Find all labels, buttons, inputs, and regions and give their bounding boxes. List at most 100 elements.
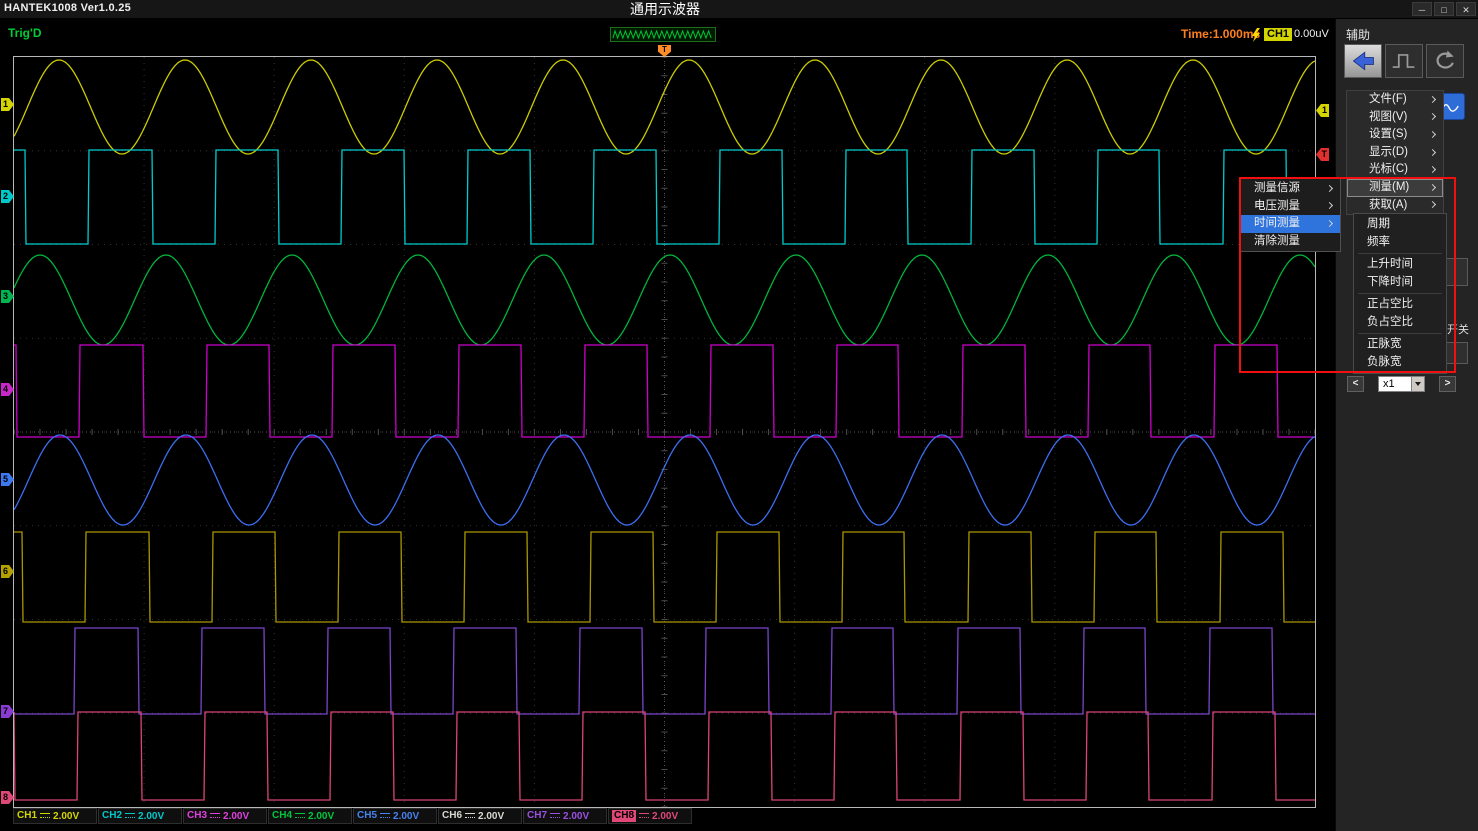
menu-label: 光标(C) xyxy=(1369,163,1408,175)
auxiliary-panel: 辅助 文件(F) 视图(V) 设置(S) 显示(D) 光标(C) 测量(M) 获… xyxy=(1335,18,1478,831)
close-button[interactable]: ✕ xyxy=(1456,2,1476,16)
trigger-source-badge: CH1 xyxy=(1264,28,1292,41)
zoom-value: x1 xyxy=(1383,377,1395,391)
submenu-item-fall-time[interactable]: 下降时间 xyxy=(1354,274,1446,292)
submenu-item-neg-width[interactable]: 负脉宽 xyxy=(1354,354,1446,372)
menu-item-measure-source[interactable]: 测量信源 xyxy=(1241,180,1340,198)
waveform-ch5 xyxy=(14,435,1315,525)
dropdown-button[interactable] xyxy=(1411,377,1424,391)
dc-coupling-icon xyxy=(125,811,135,821)
channel-label: CH4 xyxy=(272,810,292,822)
maximize-button[interactable]: □ xyxy=(1434,2,1454,16)
menu-label: 测量(M) xyxy=(1369,181,1409,193)
single-capture-button[interactable] xyxy=(1385,44,1423,78)
submenu-item-period[interactable]: 周期 xyxy=(1354,216,1446,234)
back-button[interactable] xyxy=(1344,44,1382,78)
menu-label: 文件(F) xyxy=(1369,93,1407,105)
dc-coupling-icon xyxy=(295,811,305,821)
channel-status-ch8[interactable]: CH8 2.00V xyxy=(608,808,692,824)
refresh-button[interactable] xyxy=(1426,44,1464,78)
submenu-arrow-icon xyxy=(1326,202,1333,209)
submenu-item-pos-duty[interactable]: 正占空比 xyxy=(1354,296,1446,314)
dc-coupling-icon xyxy=(550,811,560,821)
dc-coupling-icon xyxy=(380,811,390,821)
scope-display[interactable] xyxy=(13,56,1316,808)
volts-per-div: 2.00V xyxy=(308,811,334,822)
dc-coupling-icon xyxy=(639,811,649,821)
timebase-label: Time:1.000ms xyxy=(1181,27,1260,41)
record-preview[interactable] xyxy=(610,27,716,42)
channel-status-ch3[interactable]: CH32.00V xyxy=(183,808,267,824)
menu-label: 获取(A) xyxy=(1369,199,1407,211)
rotate-arrow-icon xyxy=(1429,48,1461,74)
sidebar-item-cursor[interactable]: 光标(C) xyxy=(1347,161,1443,179)
dc-coupling-icon xyxy=(210,811,220,821)
volts-per-div: 2.00V xyxy=(563,811,589,822)
dc-coupling-icon xyxy=(465,811,475,821)
menu-item-voltage-measure[interactable]: 电压测量 xyxy=(1241,198,1340,216)
sidebar-item-display[interactable]: 显示(D) xyxy=(1347,144,1443,162)
submenu-arrow-icon xyxy=(1326,185,1333,192)
trigger-icon xyxy=(1251,28,1261,42)
volts-per-div: 2.00V xyxy=(652,811,678,822)
submenu-arrow-icon xyxy=(1429,96,1436,103)
submenu-item-neg-duty[interactable]: 负占空比 xyxy=(1354,314,1446,332)
menu-separator xyxy=(1358,293,1442,294)
menu-item-time-measure[interactable]: 时间测量 xyxy=(1241,215,1340,233)
channel-label: CH3 xyxy=(187,810,207,822)
window-title: 通用示波器 xyxy=(0,0,1330,18)
channel-label: CH5 xyxy=(357,810,377,822)
menu-separator xyxy=(1358,333,1442,334)
volts-per-div: 2.00V xyxy=(478,811,504,822)
sidebar-item-view[interactable]: 视图(V) xyxy=(1347,109,1443,127)
volts-per-div: 2.00V xyxy=(393,811,419,822)
channel-label: CH2 xyxy=(102,810,122,822)
dc-coupling-icon xyxy=(40,811,50,821)
channel-bar: CH12.00VCH22.00VCH32.00VCH42.00VCH52.00V… xyxy=(13,808,693,824)
channel-status-ch6[interactable]: CH6 2.00V xyxy=(438,808,522,824)
dropdown-arrow-icon xyxy=(1415,382,1421,386)
window-controls: ─ □ ✕ xyxy=(1412,0,1476,18)
submenu-arrow-icon xyxy=(1429,184,1436,191)
channel-label: CH8 xyxy=(612,810,636,822)
submenu-item-frequency[interactable]: 频率 xyxy=(1354,234,1446,252)
prev-button[interactable]: < xyxy=(1347,376,1364,392)
volts-per-div: 2.00V xyxy=(53,811,79,822)
submenu-arrow-icon xyxy=(1429,131,1436,138)
measure-context-menu: 测量信源 电压测量 时间测量 清除测量 xyxy=(1240,178,1341,252)
channel-label: CH6 xyxy=(442,810,462,822)
submenu-item-rise-time[interactable]: 上升时间 xyxy=(1354,256,1446,274)
menu-label: 时间测量 xyxy=(1254,217,1300,229)
switch-label: 开关 xyxy=(1447,321,1469,337)
trigger-level-value: 0.00uV xyxy=(1294,28,1329,41)
channel-label: CH7 xyxy=(527,810,547,822)
channel-status-ch5[interactable]: CH5 2.00V xyxy=(353,808,437,824)
sidebar-item-settings[interactable]: 设置(S) xyxy=(1347,126,1443,144)
zoom-select[interactable]: x1 xyxy=(1378,376,1425,392)
titlebar: 通用示波器 HANTEK1008 Ver1.0.25 ─ □ ✕ xyxy=(0,0,1478,19)
time-measure-submenu: 周期 频率 上升时间 下降时间 正占空比 负占空比 正脉宽 负脉宽 xyxy=(1353,213,1447,374)
menu-separator xyxy=(1358,253,1442,254)
submenu-arrow-icon xyxy=(1326,220,1333,227)
right-channel-marker-T[interactable]: T xyxy=(1316,148,1329,161)
sidebar-item-measure[interactable]: 测量(M) xyxy=(1347,179,1443,197)
trigger-status: Trig'D xyxy=(8,26,42,40)
channel-status-ch2[interactable]: CH2 2.00V xyxy=(98,808,182,824)
sidebar-item-acquire[interactable]: 获取(A) xyxy=(1347,197,1443,215)
channel-status-ch7[interactable]: CH7 2.00V xyxy=(523,808,607,824)
submenu-arrow-icon xyxy=(1429,149,1436,156)
minimize-button[interactable]: ─ xyxy=(1412,2,1432,16)
panel-title: 辅助 xyxy=(1346,26,1370,43)
channel-status-ch1[interactable]: CH12.00V xyxy=(13,808,97,824)
volts-per-div: 2.00V xyxy=(138,811,164,822)
menu-item-clear-measure[interactable]: 清除测量 xyxy=(1241,233,1340,251)
submenu-item-pos-width[interactable]: 正脉宽 xyxy=(1354,336,1446,354)
sidebar-item-file[interactable]: 文件(F) xyxy=(1347,91,1443,109)
next-button[interactable]: > xyxy=(1439,376,1456,392)
right-channel-marker-1[interactable]: 1 xyxy=(1316,104,1329,117)
menu-label: 测量信源 xyxy=(1254,182,1300,194)
pulse-icon xyxy=(1388,48,1420,74)
menu-label: 显示(D) xyxy=(1369,146,1408,158)
channel-status-ch4[interactable]: CH4 2.00V xyxy=(268,808,352,824)
waveform-ch3 xyxy=(14,255,1315,345)
